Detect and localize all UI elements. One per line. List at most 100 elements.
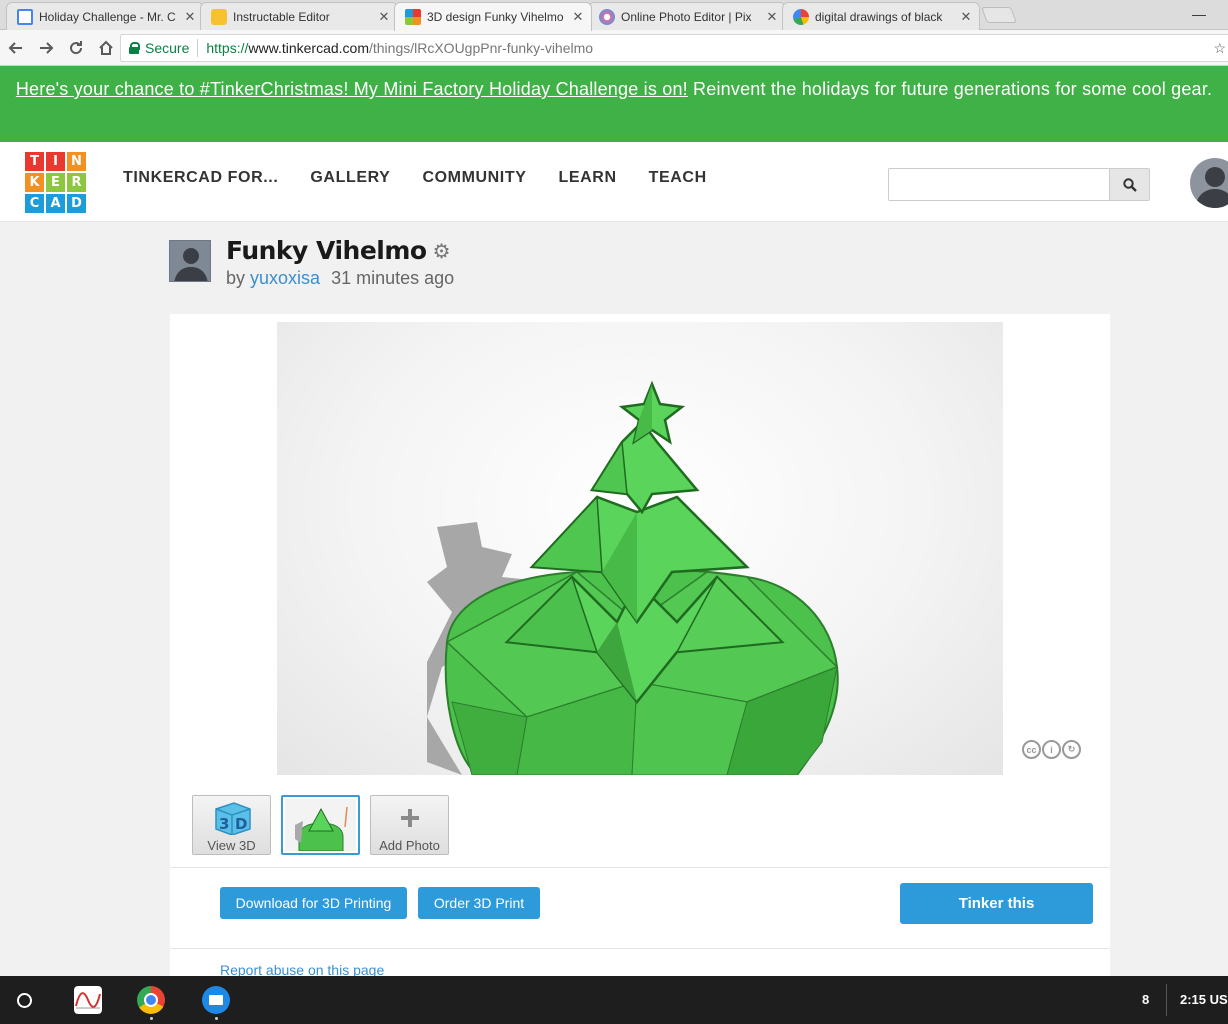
banner-text: Reinvent the holidays for future generat… [687,79,1213,99]
lock-icon [129,42,140,54]
tab-title: Holiday Challenge - Mr. C [39,9,176,24]
tab-strip: Holiday Challenge - Mr. C ✕ Instructable… [0,0,1228,31]
logo-letter: C [25,194,44,213]
search-box [888,168,1150,201]
browser-tab[interactable]: Online Photo Editor | Pix ✕ [588,2,786,30]
url-scheme: https:// [206,40,249,56]
address-bar[interactable]: Secure https:// www.tinkercad.com /thing… [120,34,1228,62]
new-tab-button[interactable] [981,7,1017,23]
thumbnail-strip: 3 D View 3D Add Photo [192,795,449,855]
christmas-tree-model-image [427,380,839,775]
clock[interactable]: 2:15 US [1180,992,1228,1007]
close-icon[interactable]: ✕ [571,9,585,25]
tab-title: Online Photo Editor | Pix [621,9,752,24]
os-shelf: 8 2:15 US [0,976,1228,1024]
view-3d-thumb[interactable]: 3 D View 3D [192,795,271,855]
logo-letter: I [46,152,65,171]
divider [170,867,1110,868]
close-icon[interactable]: ✕ [183,9,197,25]
order-3d-print-button[interactable]: Order 3D Print [418,887,540,919]
home-icon[interactable] [92,34,120,62]
browser-tab[interactable]: digital drawings of black ✕ [782,2,980,30]
chrome-icon[interactable] [137,986,165,1014]
add-photo-thumb[interactable]: Add Photo [370,795,449,855]
url-path: /things/lRcXOUgpPnr-funky-vihelmo [368,40,594,56]
creative-commons-icon: cc [1022,740,1041,759]
share-alike-icon: ↻ [1062,740,1081,759]
url-host: www.tinkercad.com [248,40,369,56]
site-header: TIN KER CAD TINKERCAD FOR... GALLERY COMMU… [0,142,1228,222]
logo-letter: A [46,194,65,213]
gear-icon[interactable]: ⚙ [433,239,451,263]
search-input[interactable] [888,168,1110,201]
divider [1166,984,1167,1016]
nav-teach[interactable]: TEACH [649,169,707,187]
3d-cube-icon: 3 D [214,802,251,836]
close-icon[interactable]: ✕ [959,9,973,25]
docs-icon [17,8,33,25]
tinkercad-icon [405,9,421,25]
divider [170,948,1110,949]
nav-community[interactable]: COMMUNITY [422,169,526,187]
logo-letter: T [25,152,44,171]
model-preview[interactable] [277,322,1003,775]
nav-learn[interactable]: LEARN [559,169,617,187]
license-icons[interactable]: cc i ↻ [1022,740,1081,759]
search-icon [1122,177,1137,192]
back-icon[interactable] [2,34,30,62]
launcher-icon[interactable] [17,993,32,1008]
running-indicator [150,1017,153,1020]
view-3d-label: View 3D [207,838,256,853]
svg-text:3: 3 [219,815,229,833]
logo-letter: R [67,173,86,192]
divider [197,39,199,57]
browser-tab-active[interactable]: 3D design Funky Vihelmo ✕ [394,2,592,31]
logo-letter: E [46,173,65,192]
close-icon[interactable]: ✕ [765,9,779,25]
browser-tab[interactable]: Holiday Challenge - Mr. C ✕ [6,2,204,30]
timestamp: 31 minutes ago [331,268,455,288]
instructables-robot-icon [211,8,227,25]
thing-card: cc i ↻ 3 D View 3D Add Photo Download fo… [170,314,1110,1014]
author-link[interactable]: yuxoxisa [250,268,320,288]
bookmark-star-icon[interactable]: ☆ [1213,40,1226,57]
files-icon[interactable] [202,986,230,1014]
photo-thumb-selected[interactable] [281,795,360,855]
minimize-icon[interactable]: — [1192,6,1206,22]
download-3d-printing-button[interactable]: Download for 3D Printing [220,887,407,919]
thing-meta: by yuxoxisa 31 minutes ago [226,268,454,289]
tab-title: Instructable Editor [233,9,330,24]
browser-tab[interactable]: Instructable Editor ✕ [200,2,398,30]
by-label: by [226,268,246,288]
tab-title: 3D design Funky Vihelmo [427,10,564,24]
holiday-banner: Here's your chance to #TinkerChristmas! … [0,66,1228,142]
google-icon [793,8,809,25]
reload-icon[interactable] [62,34,90,62]
browser-toolbar: Secure https:// www.tinkercad.com /thing… [0,30,1228,66]
banner-link[interactable]: Here's your chance to #TinkerChristmas! … [16,79,688,99]
pixlr-icon [599,8,615,25]
logo-letter: D [67,194,86,213]
author-avatar[interactable] [169,240,211,282]
attribution-icon: i [1042,740,1061,759]
tinkercad-logo[interactable]: TIN KER CAD [25,152,86,213]
close-icon[interactable]: ✕ [377,9,391,25]
running-indicator [215,1017,218,1020]
plus-icon [400,809,419,827]
wave-app-icon[interactable] [74,986,102,1014]
tinker-this-button[interactable]: Tinker this [900,883,1093,924]
tab-title: digital drawings of black [815,9,943,24]
notification-count[interactable]: 8 [1142,992,1149,1007]
forward-icon[interactable] [32,34,60,62]
main-nav: TINKERCAD FOR... GALLERY COMMUNITY LEARN… [123,169,739,187]
search-button[interactable] [1110,168,1150,201]
nav-gallery[interactable]: GALLERY [310,169,390,187]
user-silhouette-icon [174,248,208,281]
user-avatar[interactable] [1190,158,1228,208]
add-photo-label: Add Photo [379,838,440,853]
model-thumbnail-image [285,799,356,851]
user-silhouette-icon [1195,167,1228,208]
secure-label: Secure [145,40,190,56]
nav-tinkercad-for[interactable]: TINKERCAD FOR... [123,169,278,187]
logo-letter: N [67,152,86,171]
